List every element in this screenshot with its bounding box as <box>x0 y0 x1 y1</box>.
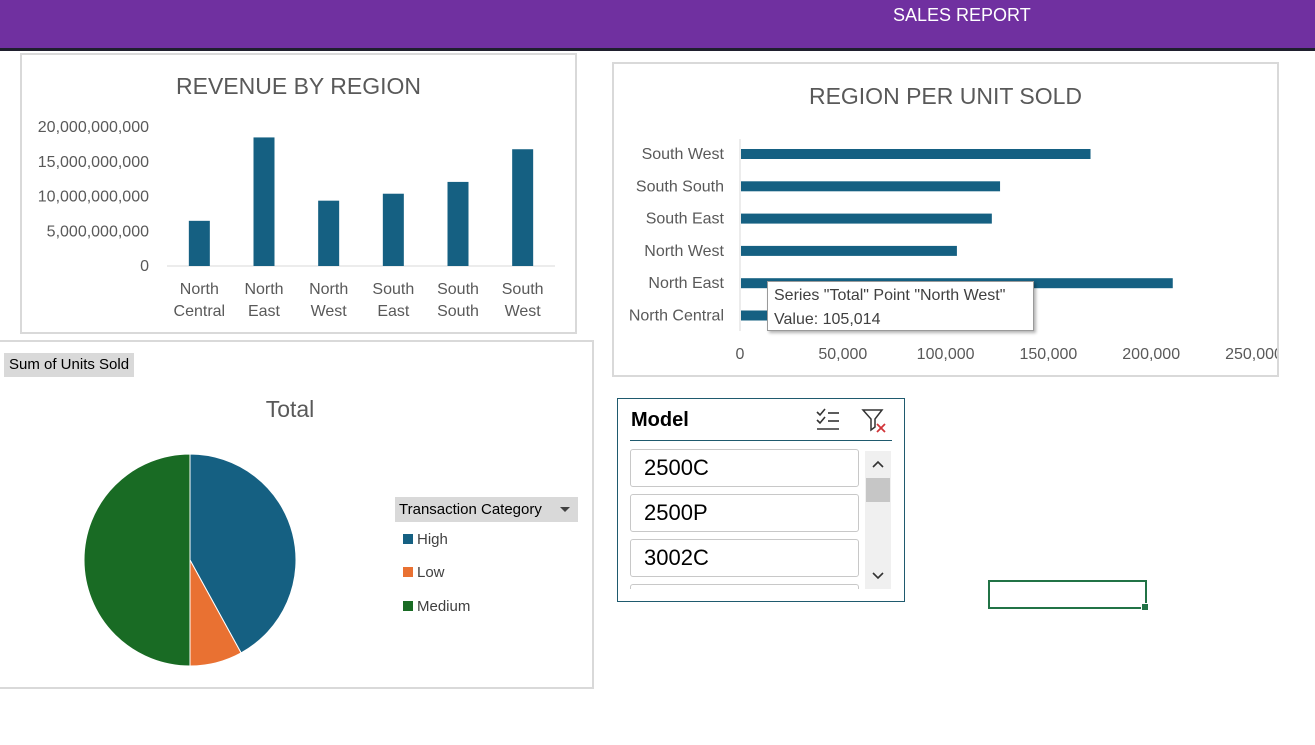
revenue-bar[interactable] <box>447 181 469 266</box>
slicer-scrollbar[interactable] <box>865 451 891 589</box>
unit-x-tick: 50,000 <box>818 346 867 363</box>
legend-swatch-high <box>403 534 413 545</box>
unit-y-label: North Central <box>629 308 724 325</box>
legend-item-low: Low <box>403 563 445 583</box>
revenue-y-tick: 10,000,000,000 <box>38 189 149 206</box>
revenue-bar[interactable] <box>253 137 275 266</box>
unit-bar[interactable] <box>741 181 1001 192</box>
unit-y-label: South South <box>636 178 724 195</box>
revenue-x-label: Central <box>174 303 226 320</box>
slicer-item-2500p[interactable]: 2500P <box>630 494 859 532</box>
legend-filter-dropdown[interactable]: Transaction Category <box>395 497 578 522</box>
legend-label-medium: Medium <box>417 598 471 615</box>
chevron-down-icon[interactable] <box>865 565 891 585</box>
slicer-item-3002c[interactable]: 3002C <box>630 539 859 577</box>
revenue-y-tick: 15,000,000,000 <box>38 154 149 171</box>
unit-y-label: South West <box>642 146 725 163</box>
unit-y-label: North East <box>648 275 724 292</box>
pivot-field-button[interactable]: Sum of Units Sold <box>4 353 135 377</box>
chart-tooltip: Series "Total" Point "North West" Value:… <box>767 281 1034 331</box>
unit-x-tick: 0 <box>736 346 745 363</box>
scrollbar-thumb[interactable] <box>866 478 890 502</box>
revenue-chart-plot: 20,000,000,000 15,000,000,000 10,000,000,0… <box>38 119 555 320</box>
selected-cell[interactable] <box>988 580 1149 611</box>
revenue-x-label: East <box>248 303 281 320</box>
unit-bar[interactable] <box>741 213 992 224</box>
revenue-x-label: South <box>372 281 414 298</box>
model-slicer[interactable]: Model 2500C 2500P 3002C <box>617 398 905 602</box>
unit-bar[interactable] <box>741 310 770 321</box>
revenue-bar[interactable] <box>382 193 404 266</box>
fill-handle[interactable] <box>1141 603 1149 611</box>
report-header: SALES REPORT <box>0 0 1315 51</box>
slicer-header-divider <box>630 440 892 441</box>
unit-y-label: North West <box>644 243 724 260</box>
unit-x-tick: 200,000 <box>1122 346 1180 363</box>
revenue-x-label: South <box>437 303 479 320</box>
pie-chart-title: Total <box>265 396 315 422</box>
legend-filter-label: Transaction Category <box>399 501 542 518</box>
legend-item-high: High <box>403 530 448 550</box>
revenue-by-region-chart[interactable]: REVENUE BY REGION 20,000,000,000 15,000,0… <box>20 53 577 334</box>
clear-filter-icon[interactable] <box>861 407 887 433</box>
multi-select-icon[interactable] <box>815 407 841 433</box>
unit-bar[interactable] <box>741 149 1091 159</box>
revenue-x-label: South <box>437 281 479 298</box>
unit-x-tick: 100,000 <box>917 346 975 363</box>
legend-label-low: Low <box>417 564 445 581</box>
legend-label-high: High <box>417 531 448 548</box>
legend-swatch-low <box>403 567 413 578</box>
tooltip-series-line: Series "Total" Point "North West" <box>774 287 1006 304</box>
revenue-x-label: West <box>311 303 348 320</box>
revenue-bar[interactable] <box>318 200 340 266</box>
revenue-x-label: West <box>505 303 542 320</box>
chevron-up-icon[interactable] <box>865 455 891 475</box>
revenue-x-label: North <box>180 281 219 298</box>
report-title: SALES REPORT <box>893 5 1031 25</box>
slicer-item-partial[interactable] <box>630 584 859 589</box>
legend-item-medium: Medium <box>403 597 470 617</box>
unit-y-label: South East <box>646 211 725 228</box>
pie-slice-medium[interactable] <box>83 453 191 667</box>
revenue-y-tick: 0 <box>140 258 149 275</box>
revenue-x-label: North <box>244 281 283 298</box>
revenue-x-label: East <box>377 303 410 320</box>
slicer-item-2500c[interactable]: 2500C <box>630 449 859 487</box>
slicer-title: Model <box>631 409 689 431</box>
unit-x-tick: 250,000 <box>1225 346 1277 363</box>
unit-x-tick: 150,000 <box>1019 346 1077 363</box>
revenue-x-label: South <box>502 281 544 298</box>
pie-chart-plot <box>83 453 297 667</box>
revenue-x-label: North <box>309 281 348 298</box>
dropdown-arrow-icon <box>560 507 570 512</box>
unit-bar[interactable] <box>741 245 957 256</box>
revenue-bar[interactable] <box>188 220 210 266</box>
revenue-bar[interactable] <box>512 149 534 266</box>
revenue-y-tick: 5,000,000,000 <box>47 223 149 240</box>
legend-swatch-medium <box>403 601 413 612</box>
revenue-y-tick: 20,000,000,000 <box>38 119 149 136</box>
tooltip-value-line: Value: 105,014 <box>774 311 881 328</box>
